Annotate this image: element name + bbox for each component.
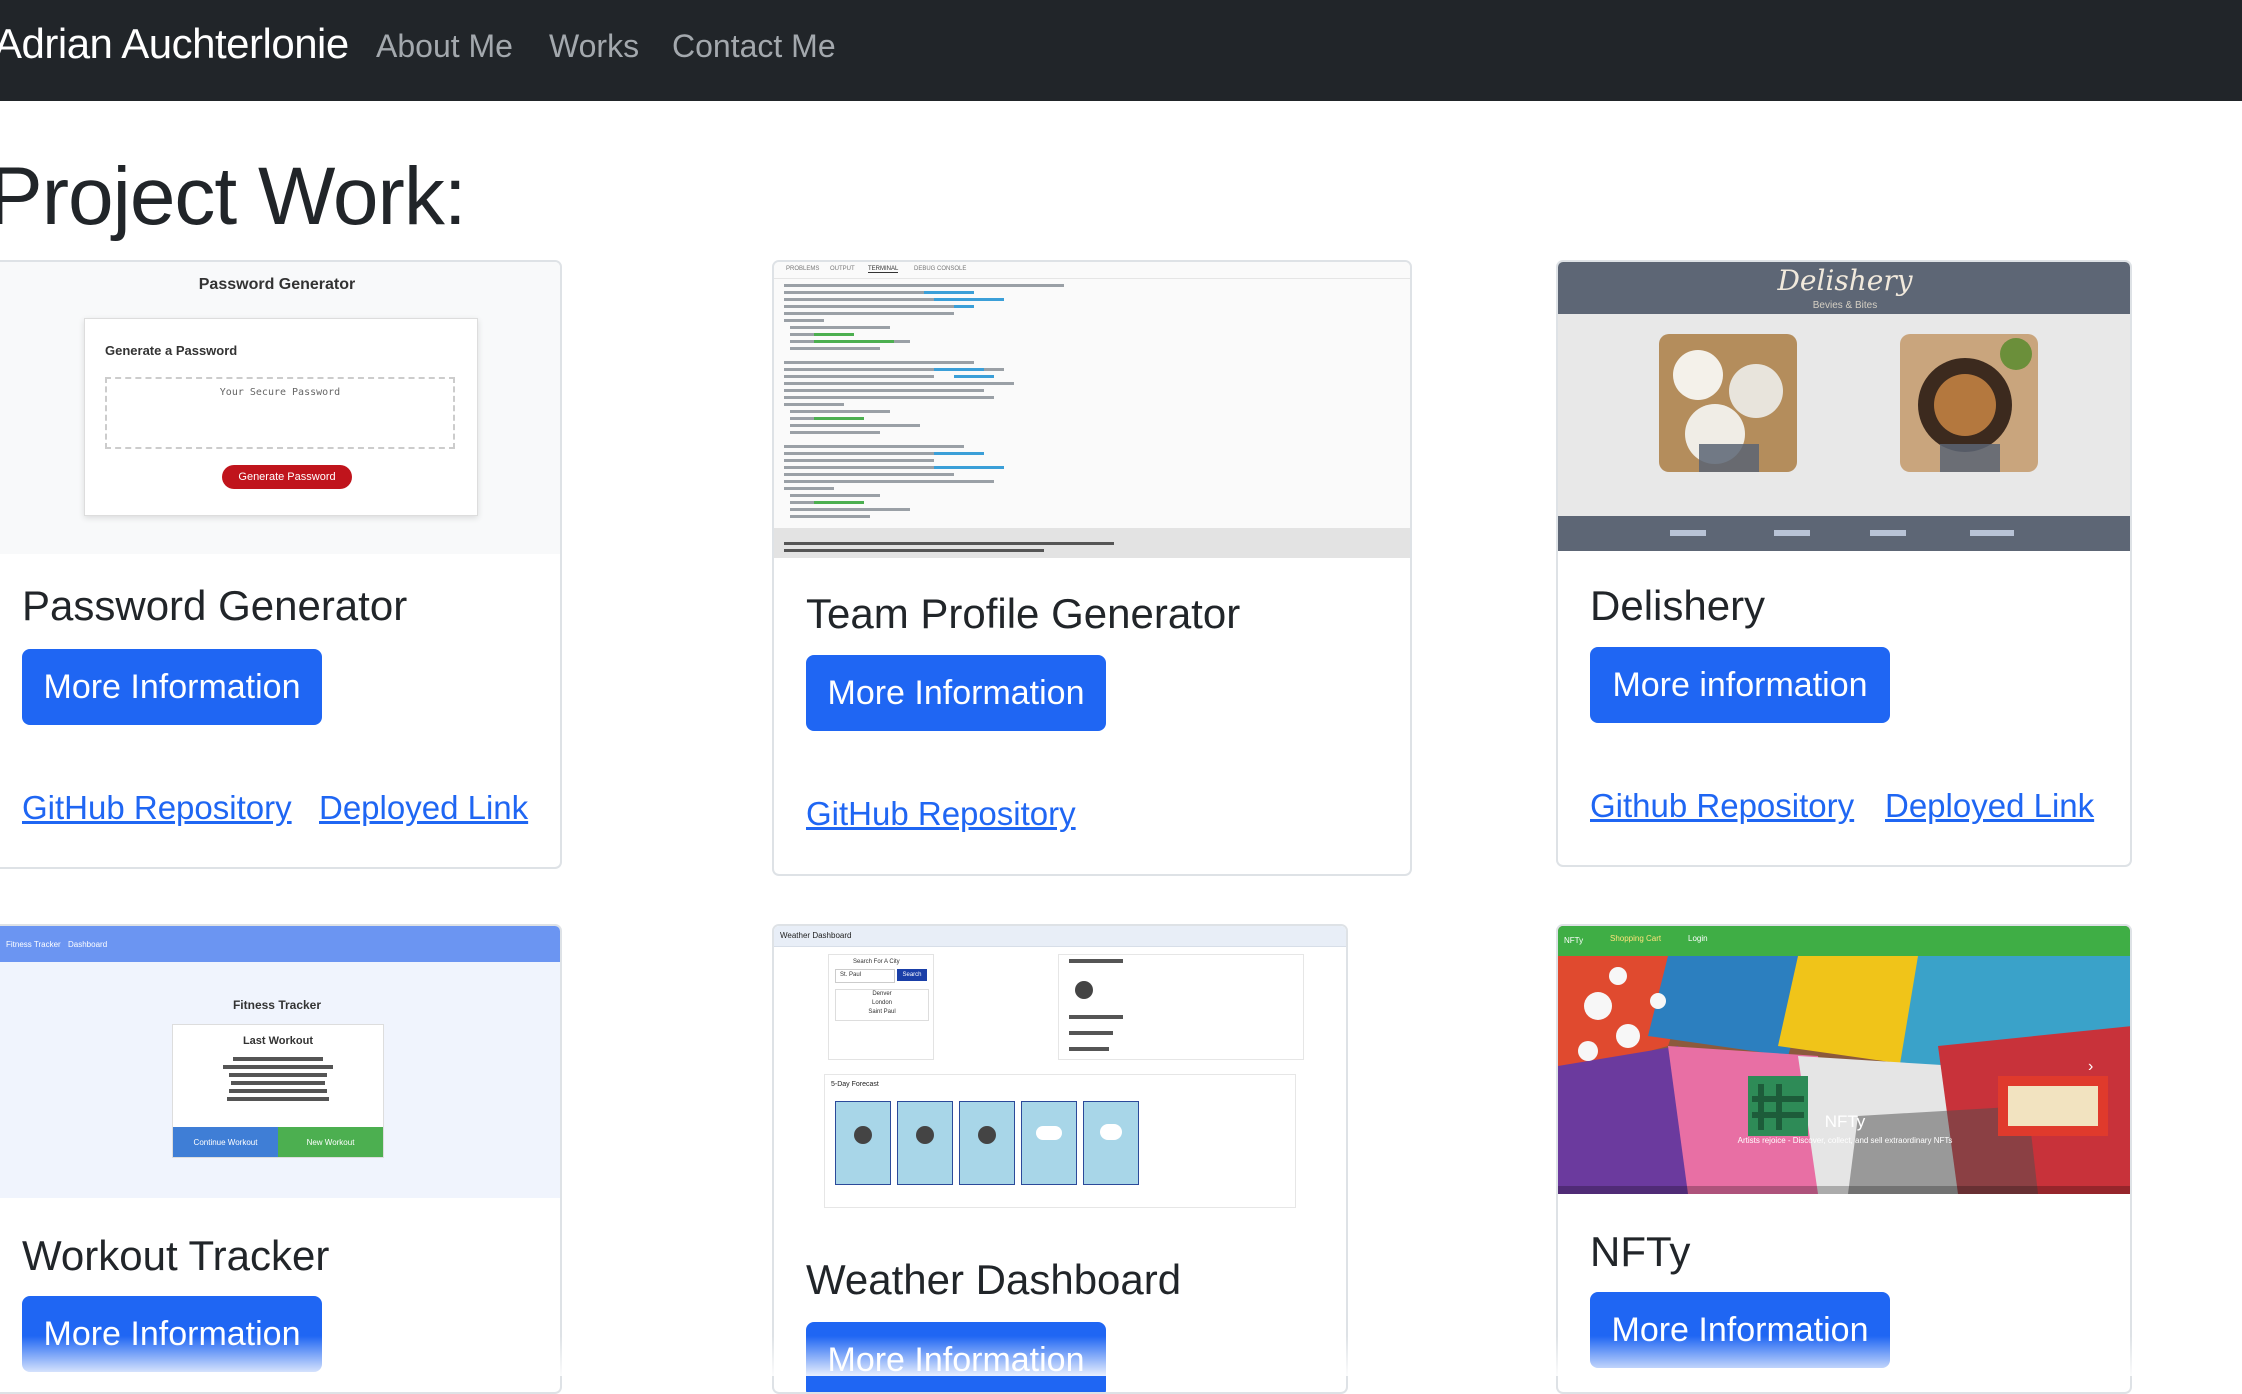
project-screenshot: Weather Dashboard Search For A City St. … — [774, 926, 1346, 1216]
project-card-password-generator: Password Generator Generate a Password Y… — [0, 260, 562, 869]
screenshot-header: Weather Dashboard — [774, 926, 1346, 947]
screenshot-nav-item: NFTy — [1564, 936, 1584, 945]
hero-graffiti-image — [1558, 956, 2130, 1194]
screenshot-panel-title: Last Workout — [242, 1035, 314, 1047]
screenshot-city-item: Saint Paul — [868, 1009, 896, 1015]
card-title: Password Generator — [22, 582, 408, 629]
card-title: Delishery — [1590, 582, 1766, 629]
project-card-nfty: NFTy Shopping Cart Login NFTy Artists re… — [1556, 924, 2132, 1394]
terminal-tab: OUTPUT — [830, 266, 855, 272]
screenshot-nav-item: Fitness Tracker — [6, 940, 61, 949]
terminal-output — [774, 284, 1410, 558]
project-screenshot: Password Generator Generate a Password Y… — [0, 262, 560, 554]
github-repository-link[interactable]: Github Repository — [1590, 787, 1854, 825]
screenshot-city-item: Denver — [872, 991, 892, 997]
github-repository-link[interactable]: GitHub Repository — [806, 795, 1076, 833]
more-information-button[interactable]: More Information — [22, 649, 322, 725]
screenshot-nav: NFTy Shopping Cart Login — [1558, 926, 2130, 956]
nav-link-contact[interactable]: Contact Me — [672, 28, 836, 65]
screenshot-search-panel: Search For A City St. Paul Search Denver… — [828, 954, 934, 1060]
github-repository-link[interactable]: GitHub Repository — [22, 789, 292, 827]
nav-link-works[interactable]: Works — [549, 28, 639, 65]
navbar: Adrian Auchterlonie About Me Works Conta… — [0, 0, 2242, 101]
screenshot-hero-title: NFTy — [1824, 1112, 1866, 1131]
project-screenshot: Delishery Bevies & Bites — [1558, 262, 2130, 551]
navbar-brand[interactable]: Adrian Auchterlonie — [0, 20, 349, 68]
terminal-tab: TERMINAL — [868, 266, 899, 273]
screenshot-new-button: New Workout — [278, 1127, 383, 1157]
deployed-link[interactable]: Deployed Link — [319, 789, 528, 827]
screenshot-heading: Password Generator — [198, 276, 356, 293]
screenshot-tagline: Bevies & Bites — [1812, 300, 1878, 311]
screenshot-subheading: Generate a Password — [105, 343, 238, 358]
project-screenshot: NFTy Shopping Cart Login NFTy Artists re… — [1558, 926, 2130, 1194]
screenshot-nav-item: Shopping Cart — [1610, 934, 1662, 943]
carousel-next-icon: › — [2088, 1058, 2094, 1075]
project-card-team-profile-generator: PROBLEMS OUTPUT TERMINAL DEBUG CONSOLE T… — [772, 260, 1412, 876]
more-information-button[interactable]: More Information — [806, 655, 1106, 731]
screenshot-city-input: St. Paul — [835, 969, 895, 983]
screenshot-placeholder: Your Secure Password — [219, 387, 341, 398]
card-title: Weather Dashboard — [806, 1256, 1182, 1303]
terminal-tabs: PROBLEMS OUTPUT TERMINAL DEBUG CONSOLE — [774, 262, 1410, 279]
terminal-tab: PROBLEMS — [786, 266, 820, 272]
nav-link-about[interactable]: About Me — [376, 28, 513, 65]
screenshot-header: Delishery Bevies & Bites — [1558, 262, 2130, 314]
screenshot-header-title: Weather Dashboard — [780, 931, 852, 940]
bottom-fade-overlay — [0, 1336, 2242, 1376]
screenshot-nav-item: Login — [1688, 934, 1708, 943]
food-image — [1659, 334, 1797, 472]
screenshot-panel: Last Workout Continue Workout New Workou… — [172, 1024, 384, 1158]
project-card-workout-tracker: Fitness Tracker Dashboard Fitness Tracke… — [0, 924, 562, 1394]
card-title: NFTy — [1590, 1228, 1691, 1275]
screenshot-logo: Delishery — [1777, 264, 1913, 297]
screenshot-button: Generate Password — [222, 465, 352, 489]
screenshot-footer — [1558, 516, 2130, 551]
more-information-button[interactable]: More information — [1590, 647, 1890, 723]
screenshot-heading: Fitness Tracker — [232, 998, 322, 1012]
screenshot-nav: Fitness Tracker Dashboard — [0, 926, 560, 962]
screenshot-hero-subtitle: Artists rejoice - Discover, collect, and… — [1737, 1136, 1953, 1145]
screenshot-textarea: Your Secure Password — [105, 377, 455, 449]
screenshot-city-item: London — [871, 1000, 893, 1006]
project-screenshot: PROBLEMS OUTPUT TERMINAL DEBUG CONSOLE — [774, 262, 1410, 558]
screenshot-nav-item: Dashboard — [68, 940, 108, 949]
card-title: Workout Tracker — [22, 1232, 330, 1279]
project-card-delishery: Delishery Bevies & Bites Delishery More … — [1556, 260, 2132, 867]
screenshot-search-button: Search — [897, 969, 927, 981]
screenshot-forecast-label: 5-Day Forecast — [831, 1081, 879, 1088]
page-title: Project Work: — [0, 151, 467, 242]
card-title: Team Profile Generator — [806, 590, 1241, 637]
project-screenshot: Fitness Tracker Dashboard Fitness Tracke… — [0, 926, 560, 1198]
screenshot-continue-button: Continue Workout — [173, 1127, 278, 1157]
terminal-tab: DEBUG CONSOLE — [914, 266, 967, 272]
screenshot-search-label: Search For A City — [853, 959, 900, 965]
project-card-weather-dashboard: Weather Dashboard Search For A City St. … — [772, 924, 1348, 1394]
screenshot-panel: Generate a Password Your Secure Password… — [84, 318, 478, 516]
screenshot-forecast: 5-Day Forecast — [824, 1074, 1296, 1208]
deployed-link[interactable]: Deployed Link — [1885, 787, 2094, 825]
screenshot-city-list: Denver London Saint Paul — [835, 989, 929, 1021]
food-image — [1900, 334, 2038, 472]
screenshot-current-weather — [1058, 954, 1304, 1060]
